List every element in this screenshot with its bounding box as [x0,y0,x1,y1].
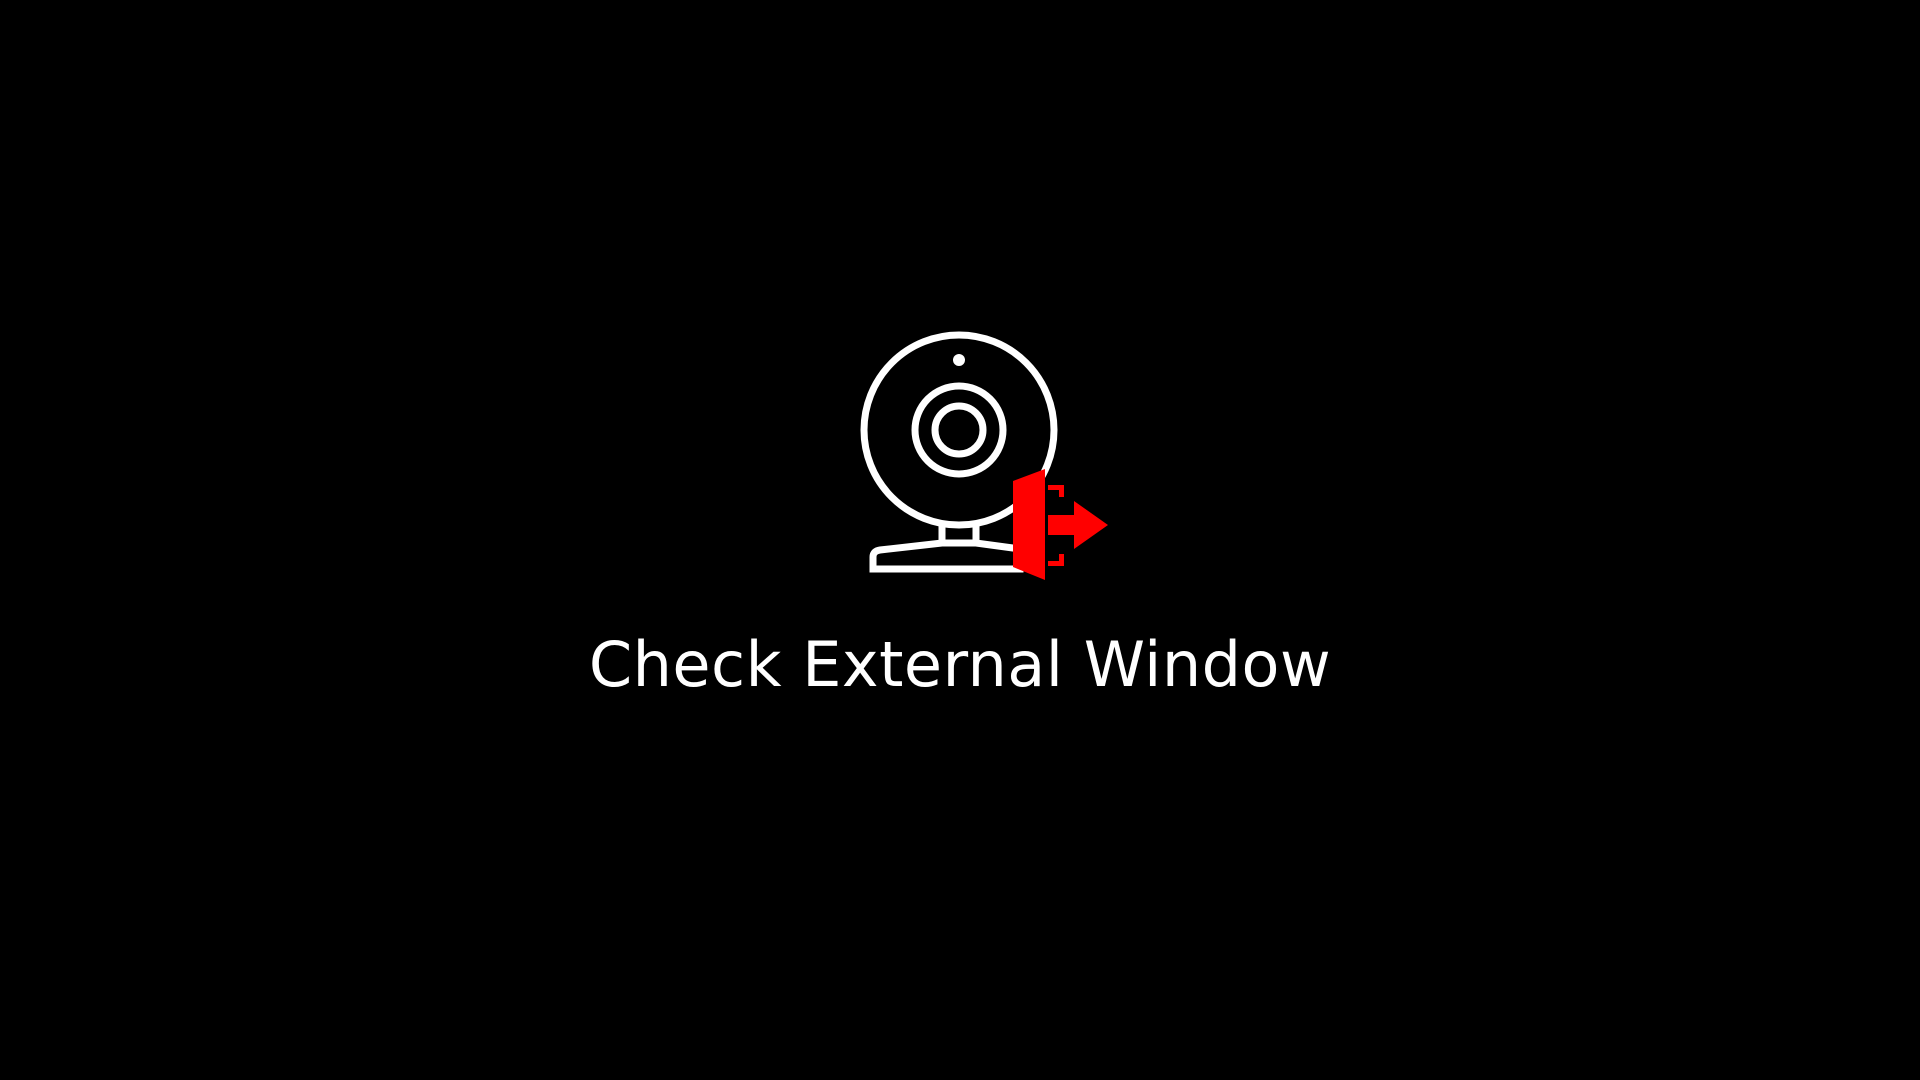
webcam-external-window-icon [855,325,1115,585]
status-message: Check External Window [588,628,1332,701]
camera-status-screen: Check External Window [0,0,1920,1080]
webcam-indicator-dot [953,354,965,366]
exit-arrow-icon [1013,469,1108,580]
